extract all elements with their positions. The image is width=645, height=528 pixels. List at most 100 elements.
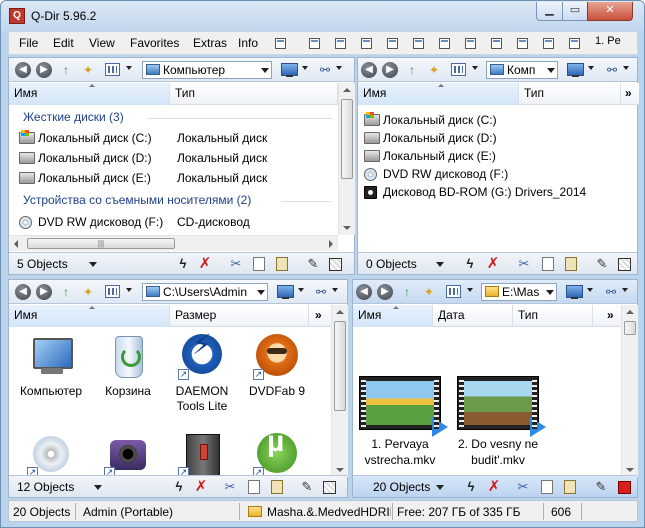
layout-icon[interactable] bbox=[491, 38, 502, 49]
list-item[interactable]: Дисковод BD-ROM (G:) Drivers_2014 bbox=[364, 183, 614, 201]
chevron-down-icon[interactable] bbox=[546, 290, 554, 295]
tab-selector[interactable]: 1. Pe bbox=[595, 35, 621, 47]
address-bar[interactable]: C:\Users\Admin bbox=[142, 283, 268, 301]
copy-icon[interactable] bbox=[248, 480, 260, 494]
desktop-item-dvdfab[interactable]: ↗ DVDFab 9 bbox=[237, 332, 317, 399]
layout-icon[interactable] bbox=[361, 38, 372, 49]
column-size[interactable]: Размер bbox=[170, 305, 309, 327]
horizontal-scrollbar[interactable]: ||| bbox=[9, 235, 338, 251]
chevron-down-icon[interactable] bbox=[94, 485, 102, 490]
flash-icon[interactable]: ϟ bbox=[463, 479, 479, 495]
up-folder-icon[interactable]: ↑ bbox=[398, 284, 416, 300]
back-icon[interactable]: ◀ bbox=[356, 284, 372, 300]
menu-view[interactable]: View bbox=[89, 36, 115, 50]
desktop-icon[interactable] bbox=[566, 285, 583, 299]
rename-icon[interactable]: ✎ bbox=[594, 256, 610, 272]
back-icon[interactable]: ◀ bbox=[15, 284, 31, 300]
copy-icon[interactable] bbox=[542, 257, 554, 271]
address-bar[interactable]: Комп bbox=[486, 61, 558, 79]
scroll-thumb[interactable] bbox=[624, 321, 636, 335]
layout-icon[interactable] bbox=[465, 38, 476, 49]
desktop-icon[interactable] bbox=[567, 63, 584, 77]
layout-icon[interactable] bbox=[275, 38, 286, 49]
scroll-up-icon[interactable] bbox=[626, 310, 634, 314]
video-item[interactable]: 1. Pervaya vstrecha.mkv bbox=[355, 376, 448, 468]
list-item[interactable]: Локальный диск (C:) Локальный диск bbox=[19, 129, 334, 147]
vertical-scrollbar[interactable] bbox=[338, 83, 355, 235]
paste-icon[interactable] bbox=[564, 480, 576, 494]
desktop-item-daemon-tools[interactable]: ↗ DAEMON Tools Lite bbox=[162, 332, 242, 414]
network-icon[interactable]: ⚯ bbox=[603, 285, 619, 299]
properties-icon[interactable] bbox=[618, 258, 631, 271]
object-count[interactable]: 20 Objects bbox=[373, 480, 430, 494]
scroll-down-icon[interactable] bbox=[343, 226, 351, 230]
list-item[interactable]: DVD RW дисковод (F:) bbox=[364, 165, 614, 183]
app-icon[interactable]: Q bbox=[9, 8, 25, 24]
forward-icon[interactable]: ▶ bbox=[382, 62, 398, 78]
layout-icon[interactable] bbox=[309, 38, 320, 49]
rename-icon[interactable]: ✎ bbox=[299, 479, 315, 495]
list-item[interactable]: Локальный диск (D:) Локальный диск bbox=[19, 149, 334, 167]
scroll-up-icon[interactable] bbox=[336, 310, 344, 314]
column-date[interactable]: Дата bbox=[433, 305, 513, 327]
list-item[interactable]: Локальный диск (E:) bbox=[364, 147, 614, 165]
object-count[interactable]: 12 Objects bbox=[17, 480, 74, 494]
desktop-item[interactable]: ↗ bbox=[237, 430, 317, 477]
layout-icon[interactable] bbox=[569, 38, 580, 49]
chevron-down-icon[interactable] bbox=[261, 68, 269, 73]
menu-edit[interactable]: Edit bbox=[53, 36, 74, 50]
rename-icon[interactable]: ✎ bbox=[305, 256, 321, 272]
back-icon[interactable]: ◀ bbox=[15, 62, 31, 78]
properties-icon[interactable] bbox=[323, 481, 336, 494]
favorites-icon[interactable]: ✦ bbox=[420, 284, 438, 300]
delete-icon[interactable]: ✗ bbox=[485, 256, 501, 272]
chevron-down-icon[interactable] bbox=[298, 288, 304, 292]
flash-icon[interactable]: ϟ bbox=[171, 479, 187, 495]
object-count[interactable]: 5 Objects bbox=[17, 257, 68, 271]
scroll-thumb[interactable] bbox=[334, 321, 346, 411]
network-icon[interactable]: ⚯ bbox=[604, 63, 620, 77]
address-bar[interactable]: E:\Mas bbox=[481, 283, 557, 301]
chevron-down-icon[interactable] bbox=[472, 66, 478, 70]
chevron-down-icon[interactable] bbox=[622, 288, 628, 292]
menu-favorites[interactable]: Favorites bbox=[130, 36, 179, 50]
chevron-down-icon[interactable] bbox=[126, 288, 132, 292]
group-header[interactable]: Жесткие диски (3) bbox=[23, 110, 124, 124]
delete-icon[interactable]: ✗ bbox=[193, 479, 209, 495]
up-folder-icon[interactable]: ↑ bbox=[403, 62, 421, 78]
view-mode-icon[interactable] bbox=[105, 63, 120, 76]
close-button[interactable]: ✕ bbox=[587, 2, 633, 21]
video-item[interactable]: 2. Do vesny ne budit'.mkv bbox=[453, 376, 546, 468]
column-type[interactable]: Тип bbox=[519, 83, 621, 105]
scroll-right-icon[interactable] bbox=[329, 240, 333, 248]
chevron-down-icon[interactable] bbox=[547, 68, 555, 73]
chevron-down-icon[interactable] bbox=[623, 66, 629, 70]
list-item[interactable]: Локальный диск (C:) bbox=[364, 111, 614, 129]
vertical-scrollbar[interactable] bbox=[331, 305, 348, 477]
up-folder-icon[interactable]: ↑ bbox=[57, 62, 75, 78]
layout-icon[interactable] bbox=[413, 38, 424, 49]
chevron-down-icon[interactable] bbox=[436, 485, 444, 490]
copy-icon[interactable] bbox=[253, 257, 265, 271]
minimize-button[interactable]: ▁ bbox=[536, 2, 563, 21]
network-icon[interactable]: ⚯ bbox=[317, 63, 333, 77]
column-name[interactable]: Имя bbox=[353, 305, 433, 327]
column-name[interactable]: Имя bbox=[9, 83, 170, 105]
chevron-down-icon[interactable] bbox=[336, 66, 342, 70]
desktop-icon[interactable] bbox=[281, 63, 298, 77]
delete-icon[interactable]: ✗ bbox=[197, 256, 213, 272]
column-name[interactable]: Имя bbox=[9, 305, 170, 327]
cut-icon[interactable]: ✂ bbox=[228, 256, 244, 272]
object-count[interactable]: 0 Objects bbox=[366, 257, 417, 271]
properties-icon[interactable] bbox=[618, 481, 631, 494]
menu-extras[interactable]: Extras bbox=[193, 36, 227, 50]
forward-icon[interactable]: ▶ bbox=[36, 284, 52, 300]
desktop-item[interactable]: ↗ bbox=[11, 430, 91, 477]
scroll-thumb[interactable] bbox=[341, 99, 353, 179]
layout-icon[interactable] bbox=[517, 38, 528, 49]
list-item[interactable]: Локальный диск (D:) bbox=[364, 129, 614, 147]
favorites-icon[interactable]: ✦ bbox=[425, 62, 443, 78]
paste-icon[interactable] bbox=[271, 480, 283, 494]
desktop-item-computer[interactable]: Компьютер bbox=[11, 332, 91, 399]
chevron-down-icon[interactable] bbox=[257, 290, 265, 295]
